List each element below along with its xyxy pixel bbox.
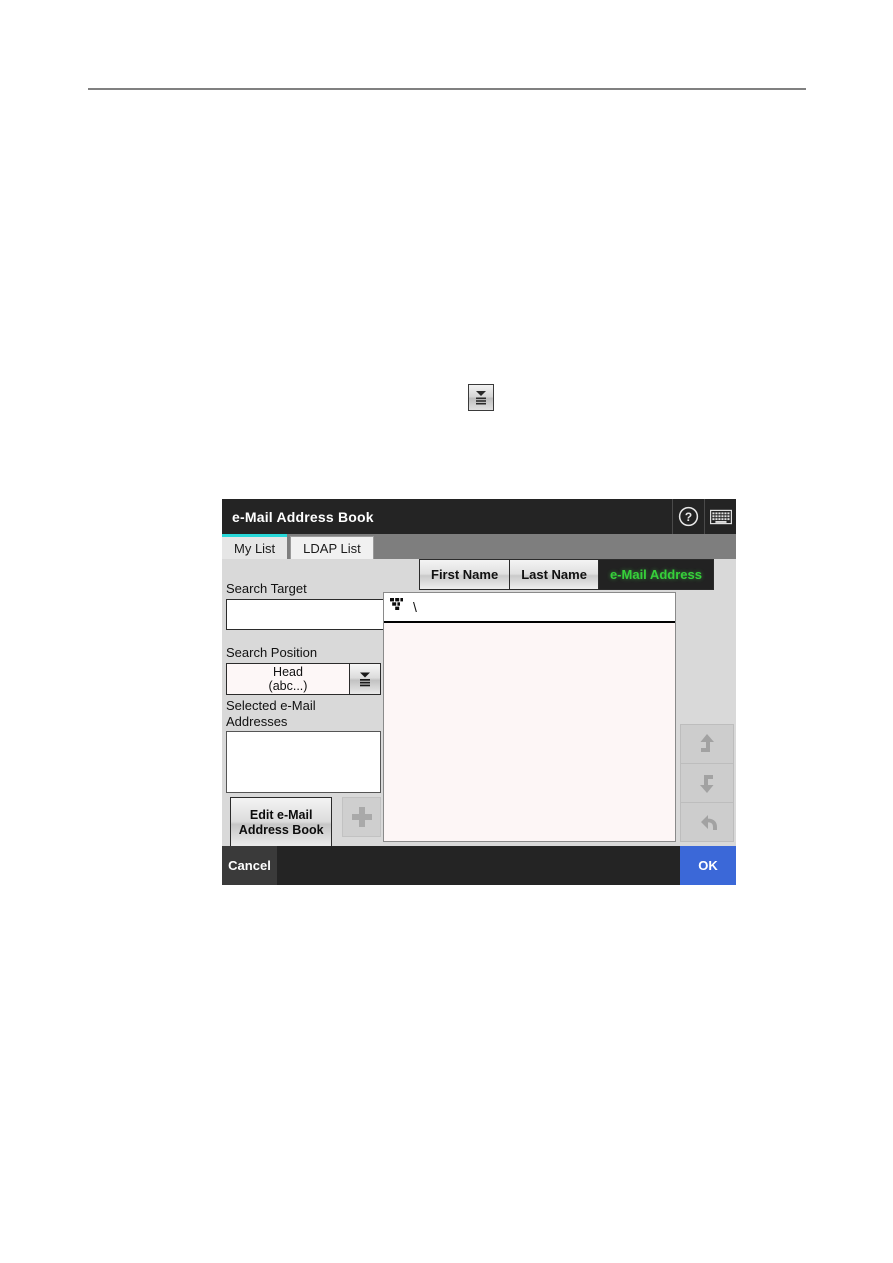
list-side-actions (680, 724, 734, 842)
dropdown-list-icon (468, 384, 494, 411)
email-address-book-dialog: e-Mail Address Book ? My List LDAP List … (222, 499, 736, 885)
move-up-button[interactable] (680, 724, 734, 764)
search-position-value: Head (abc...) (226, 663, 350, 695)
search-position-row[interactable]: Head (abc...) (226, 663, 381, 695)
name-tab-last-name-label: Last Name (521, 567, 587, 582)
dialog-footer: Cancel OK (222, 846, 736, 885)
dialog-body: Search Target Search Position Head (abc.… (222, 559, 736, 848)
address-list-panel: \ (383, 592, 676, 842)
selected-addresses-list[interactable] (226, 731, 381, 793)
edit-button-line1: Edit e-Mail (249, 807, 313, 822)
help-icon[interactable]: ? (672, 499, 704, 534)
search-target-label: Search Target (226, 581, 307, 596)
name-column-selector: First Name Last Name e-Mail Address (419, 559, 714, 590)
address-list-path-text: \ (413, 599, 417, 615)
add-address-button[interactable] (342, 797, 381, 837)
search-position-dropdown-button[interactable] (349, 663, 381, 695)
cancel-button[interactable]: Cancel (222, 846, 277, 885)
svg-text:?: ? (685, 510, 692, 524)
address-list-rows[interactable] (384, 623, 675, 839)
name-tab-email-address[interactable]: e-Mail Address (597, 559, 714, 590)
name-tab-last-name[interactable]: Last Name (509, 559, 599, 590)
name-tab-email-address-label: e-Mail Address (609, 567, 702, 582)
page-header-rule (88, 88, 806, 90)
ok-button[interactable]: OK (680, 846, 736, 885)
tab-ldap-list-label: LDAP List (303, 540, 361, 556)
tab-my-list[interactable]: My List (222, 534, 288, 559)
keyboard-icon[interactable] (704, 499, 736, 534)
address-list-path-bar[interactable]: \ (384, 593, 675, 623)
search-position-line2: (abc...) (268, 679, 308, 693)
tab-my-list-label: My List (234, 540, 276, 556)
search-position-label: Search Position (226, 645, 318, 660)
edit-email-address-book-button[interactable]: Edit e-Mail Address Book (230, 797, 333, 848)
undo-button[interactable] (680, 802, 734, 842)
search-input[interactable] (226, 599, 391, 630)
edit-and-add-row: Edit e-Mail Address Book (226, 797, 381, 848)
dialog-tabstrip: My List LDAP List (222, 534, 736, 559)
search-target-row (226, 599, 416, 630)
footer-spacer (277, 846, 680, 885)
group-tree-icon (389, 596, 409, 619)
tab-ldap-list[interactable]: LDAP List (290, 536, 374, 559)
ok-button-label: OK (698, 858, 718, 873)
selected-addresses-label: Selected e-Mail Addresses (226, 698, 316, 729)
dialog-titlebar: e-Mail Address Book ? (222, 499, 736, 534)
name-tab-first-name-label: First Name (431, 567, 499, 582)
cancel-button-label: Cancel (228, 858, 271, 873)
move-down-button[interactable] (680, 763, 734, 803)
search-position-line1: Head (273, 665, 303, 679)
edit-button-line2: Address Book (238, 822, 324, 837)
left-controls-column: Search Target Search Position Head (abc.… (226, 559, 416, 848)
dialog-title: e-Mail Address Book (232, 508, 374, 525)
name-tab-first-name[interactable]: First Name (419, 559, 511, 590)
